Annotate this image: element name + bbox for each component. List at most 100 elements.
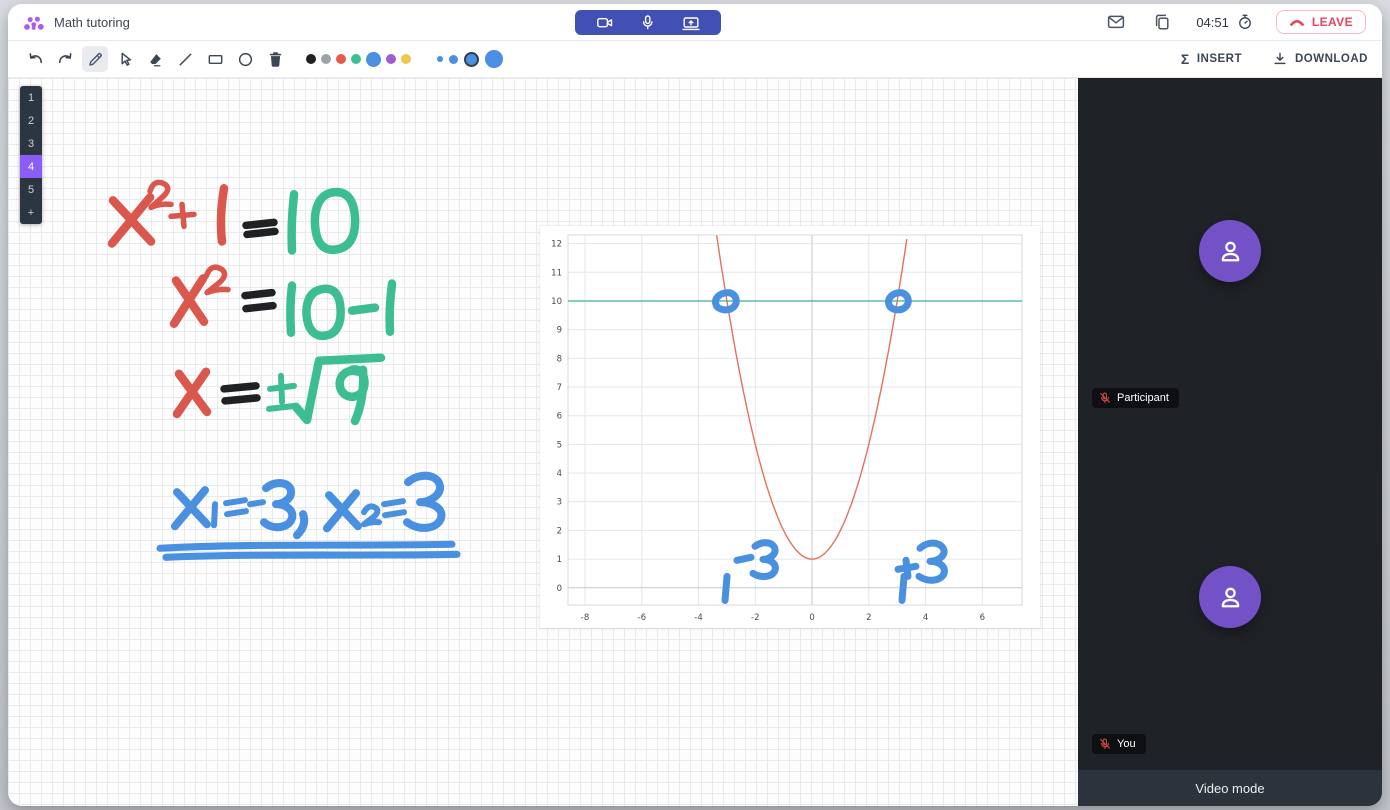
leave-label: LEAVE	[1311, 15, 1353, 29]
svg-text:7: 7	[557, 383, 562, 393]
page-tab-3[interactable]: 3	[20, 132, 42, 155]
person-icon	[1221, 241, 1239, 262]
microphone-toggle-button[interactable]	[636, 11, 660, 35]
undo-button[interactable]	[22, 46, 48, 72]
session-timer: 04:51	[1196, 13, 1254, 31]
blue-underline	[156, 540, 461, 561]
participant-name-tag: Participant	[1092, 388, 1179, 408]
svg-text:-4: -4	[694, 613, 702, 623]
equation-text: x² + 1 = 10	[8, 78, 9, 79]
redo-button[interactable]	[52, 46, 78, 72]
svg-text:-6: -6	[638, 613, 646, 623]
page-tab-4[interactable]: 4	[20, 155, 42, 178]
page-tab-1[interactable]: 1	[20, 86, 42, 109]
session-title: Math tutoring	[54, 14, 130, 30]
stopwatch-icon	[1238, 14, 1251, 29]
page-tab-2[interactable]: 2	[20, 109, 42, 132]
camera-icon	[597, 17, 613, 28]
blue-ink-small	[211, 497, 407, 529]
rectangle-tool-button[interactable]	[202, 46, 228, 72]
avatar	[1199, 566, 1261, 628]
color-swatch[interactable]	[336, 54, 346, 64]
rectangle-icon	[208, 54, 222, 64]
pen-tool-button[interactable]	[82, 46, 108, 72]
svg-text:4: 4	[923, 613, 928, 623]
color-swatch[interactable]	[401, 54, 411, 64]
download-label: DOWNLOAD	[1295, 53, 1368, 65]
svg-text:6: 6	[557, 412, 562, 422]
svg-text:3: 3	[557, 498, 562, 508]
red-ink	[107, 184, 229, 419]
green-ink	[286, 187, 397, 426]
page-tab-5[interactable]: 5	[20, 178, 42, 201]
stroke-sizes	[437, 50, 503, 68]
mic-muted-icon	[1100, 392, 1110, 404]
toolbar-right: Σ INSERT DOWNLOAD	[1181, 51, 1368, 67]
redo-icon	[58, 52, 71, 63]
drawing-toolbar: Σ INSERT DOWNLOAD	[8, 41, 1382, 78]
svg-text:5: 5	[557, 440, 562, 450]
video-tile-participant[interactable]: Participant	[1078, 78, 1382, 424]
eraser-tool-button[interactable]	[142, 46, 168, 72]
svg-text:-8: -8	[581, 613, 589, 623]
screen-share-icon	[682, 16, 701, 30]
line-icon	[179, 53, 191, 65]
add-page-button[interactable]: +	[20, 201, 42, 224]
top-bar: Math tutoring 04:51 LEAVE	[8, 4, 1382, 41]
svg-text:-2: -2	[751, 613, 759, 623]
equation-text: x₁ = -3, x₂ = 3	[8, 78, 9, 79]
participant-name: Participant	[1117, 392, 1169, 404]
stroke-size-option[interactable]	[485, 50, 503, 68]
you-name-tag: You	[1092, 734, 1146, 754]
copy-link-button[interactable]	[1150, 10, 1174, 34]
svg-text:12: 12	[551, 240, 562, 250]
delete-tool-button[interactable]	[262, 46, 288, 72]
svg-text:11: 11	[551, 268, 562, 278]
svg-text:9: 9	[557, 326, 562, 336]
equation-text: x² = 10 - 1	[8, 78, 9, 79]
color-swatch[interactable]	[306, 54, 316, 64]
camera-toggle-button[interactable]	[593, 11, 617, 35]
page-selector: 1 2 3 4 5 +	[20, 86, 42, 224]
leave-button[interactable]: LEAVE	[1275, 10, 1366, 34]
equation-text: x = ±√9	[8, 78, 9, 79]
color-swatch[interactable]	[321, 54, 331, 64]
invite-email-button[interactable]	[1104, 10, 1128, 34]
ellipse-tool-button[interactable]	[232, 46, 258, 72]
color-swatch[interactable]	[386, 54, 396, 64]
blue-ink	[171, 471, 446, 540]
svg-text:10: 10	[551, 297, 562, 307]
download-icon	[1274, 52, 1286, 65]
svg-text:0: 0	[809, 613, 814, 623]
hang-up-icon	[1289, 20, 1304, 26]
stroke-size-option[interactable]	[464, 51, 479, 67]
video-mode-bar[interactable]: Video mode	[1078, 770, 1382, 806]
call-controls	[575, 10, 721, 35]
undo-icon	[29, 52, 42, 63]
main-area: 1 2 3 4 5 + -8 -6 -4 -2 0 2 4 6 0 1 2 3 4 5 6 7 8 9 10 11 12…	[8, 78, 1382, 806]
mic-muted-icon	[1100, 738, 1110, 750]
color-swatch[interactable]	[366, 51, 381, 67]
microphone-icon	[643, 15, 653, 30]
svg-text:2: 2	[557, 526, 562, 536]
whiteboard-canvas[interactable]: 1 2 3 4 5 + -8 -6 -4 -2 0 2 4 6 0 1 2 3 4 5 6 7 8 9 10 11 12…	[8, 78, 1078, 806]
line-tool-button[interactable]	[172, 46, 198, 72]
svg-text:1: 1	[557, 555, 562, 565]
stroke-size-option[interactable]	[437, 56, 443, 62]
app-window: Math tutoring 04:51 LEAVE Σ INSERT DOWNL…	[8, 4, 1382, 806]
video-panel: Participant You Video mode	[1078, 78, 1382, 806]
video-tile-you[interactable]: You	[1078, 424, 1382, 770]
ellipse-icon	[238, 52, 252, 66]
function-plot-card[interactable]: -8 -6 -4 -2 0 2 4 6 0 1 2 3 4 5 6 7 8 9 10 11 12	[540, 226, 1040, 628]
color-swatch[interactable]	[351, 54, 361, 64]
svg-text:4: 4	[557, 469, 562, 479]
select-tool-button[interactable]	[112, 46, 138, 72]
timer-value: 04:51	[1196, 14, 1229, 30]
insert-button[interactable]: Σ INSERT	[1181, 51, 1242, 67]
download-button[interactable]: DOWNLOAD	[1272, 51, 1368, 67]
stroke-size-option[interactable]	[449, 54, 458, 64]
screen-share-button[interactable]	[679, 11, 703, 35]
trash-icon	[269, 51, 281, 67]
sigma-icon: Σ	[1180, 51, 1190, 67]
avatar	[1199, 220, 1261, 282]
